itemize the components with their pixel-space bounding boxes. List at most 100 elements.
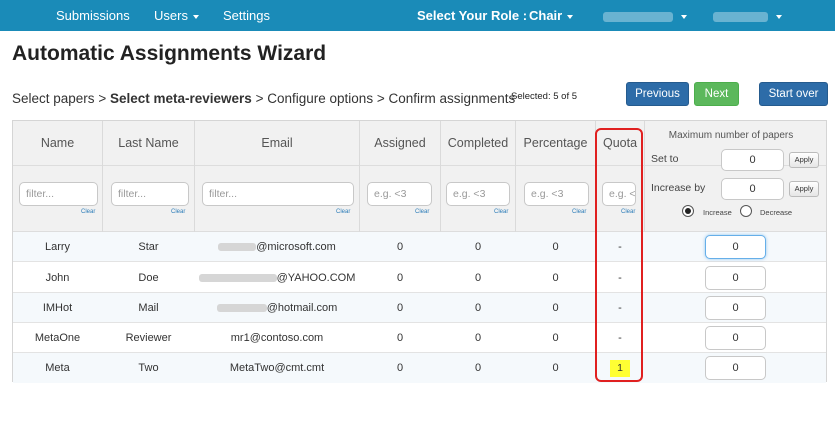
cell-name: John [45,272,70,284]
set-to-apply-button[interactable]: Apply [789,152,819,168]
column-header-name[interactable]: Name [13,121,102,166]
last-name-filter-clear-link[interactable]: Clear [171,209,185,215]
role-value: Chair [529,8,563,23]
next-button[interactable]: Next [694,82,739,106]
table-row: Larry Star @microsoft.com 0 0 0 - 0 [13,232,826,262]
previous-button[interactable]: Previous [626,82,689,106]
cell-completed: 0 [474,241,482,253]
column-header-last-name[interactable]: Last Name [103,121,194,166]
redacted-text [216,304,267,313]
assigned-filter-input[interactable]: e.g. <3 [367,182,432,206]
start-over-button[interactable]: Start over [759,82,828,106]
role-dropdown[interactable]: Chair [529,0,574,31]
cell-quota: - [618,241,622,253]
increase-radio-label: Increase [703,208,732,217]
percentage-filter-input[interactable]: e.g. <3 [524,182,589,206]
chevron-down-icon [192,14,199,19]
cell-completed: 0 [474,272,482,284]
quota-filter-input[interactable]: e.g. <3 [602,182,636,206]
completed-filter-clear-link[interactable]: Clear [494,209,508,215]
cell-assigned: 0 [396,302,404,314]
cell-assigned: 0 [396,362,404,374]
cell-percentage: 0 [552,272,559,284]
nav-submissions[interactable]: Submissions [56,0,130,31]
nav-settings[interactable]: Settings [223,0,270,31]
cell-name: Meta [45,362,70,374]
email-filter-clear-link[interactable]: Clear [336,209,350,215]
cell-email: mr1@contoso.com [230,332,324,344]
cell-assigned: 0 [396,272,404,284]
increase-by-input[interactable]: 0 [721,178,784,200]
cell-name: MetaOne [34,332,81,344]
quota-value-highlight: 1 [610,359,630,377]
column-header-percentage[interactable]: Percentage [516,121,595,166]
assigned-filter-clear-link[interactable]: Clear [415,209,429,215]
table-row: John Doe @YAHOO.COM 0 0 0 - 0 [13,263,826,293]
cell-percentage: 0 [552,302,559,314]
chevron-down-icon [567,14,574,19]
cell-assigned: 0 [396,332,404,344]
cell-percentage: 0 [552,332,559,344]
breadcrumb-step-select-papers: Select papers [12,91,95,106]
decrease-radio-label: Decrease [760,208,793,217]
column-header-quota[interactable]: Quota [596,121,644,166]
completed-filter-input[interactable]: e.g. <3 [446,182,510,206]
page-title: Automatic Assignments Wizard [12,42,327,65]
column-header-completed[interactable]: Completed [441,121,515,166]
role-label: Select Your Role : [417,8,528,23]
breadcrumb: Select papers > Select meta-reviewers > … [12,91,515,106]
top-navbar: Submissions Users Settings Select Your R… [0,0,835,31]
set-to-input[interactable]: 0 [721,149,784,171]
cell-completed: 0 [474,302,482,314]
table-row: Meta Two MetaTwo@cmt.cmt 0 0 0 1 0 [13,353,826,383]
max-papers-input[interactable]: 0 [705,356,766,380]
table-row: MetaOne Reviewer mr1@contoso.com 0 0 0 -… [13,323,826,353]
breadcrumb-step-confirm-assignments: Confirm assignments [388,91,516,106]
breadcrumb-separator: > [376,91,385,106]
breadcrumb-step-configure-options: Configure options [267,91,374,106]
column-divider [644,121,645,232]
cell-last-name: Mail [138,302,159,314]
max-papers-input[interactable]: 0 [705,235,766,259]
breadcrumb-step-select-meta-reviewers: Select meta-reviewers [109,91,252,106]
chevron-down-icon [681,14,687,19]
cell-quota: - [618,272,622,284]
redacted-text [198,274,277,283]
name-filter-input[interactable]: filter... [19,182,98,206]
cell-last-name: Two [138,362,159,374]
selected-count: Selected: 5 of 5 [511,91,578,102]
cell-email: @hotmail.com [195,293,359,323]
cell-name: IMHot [42,302,73,314]
column-header-email[interactable]: Email [195,121,359,166]
last-name-filter-input[interactable]: filter... [111,182,189,206]
cell-last-name: Doe [138,272,159,284]
decrease-radio[interactable] [740,205,752,217]
email-domain: @YAHOO.COM [276,272,356,284]
name-filter-clear-link[interactable]: Clear [81,209,95,215]
email-domain: @microsoft.com [256,241,336,253]
column-header-assigned[interactable]: Assigned [360,121,440,166]
table-row: IMHot Mail @hotmail.com 0 0 0 - 0 [13,293,826,323]
percentage-filter-clear-link[interactable]: Clear [572,209,586,215]
cell-last-name: Star [138,241,159,253]
increase-radio[interactable] [682,205,694,217]
user-menu-dropdown[interactable] [713,0,782,31]
email-domain: @hotmail.com [266,302,338,314]
redacted-text [603,11,673,22]
redacted-text [218,243,257,252]
cell-percentage: 0 [552,362,559,374]
cell-completed: 0 [474,362,482,374]
max-papers-input[interactable]: 0 [705,296,766,320]
cell-quota: 1 [596,353,644,383]
increase-by-apply-button[interactable]: Apply [789,181,819,197]
cell-percentage: 0 [552,241,559,253]
quota-filter-clear-link[interactable]: Clear [621,209,635,215]
cell-name: Larry [44,241,71,253]
conference-dropdown[interactable] [603,0,687,31]
max-papers-input[interactable]: 0 [705,266,766,290]
max-papers-input[interactable]: 0 [705,326,766,350]
cell-email: @microsoft.com [195,232,359,262]
nav-users[interactable]: Users [154,0,199,31]
cell-completed: 0 [474,332,482,344]
email-filter-input[interactable]: filter... [202,182,354,206]
